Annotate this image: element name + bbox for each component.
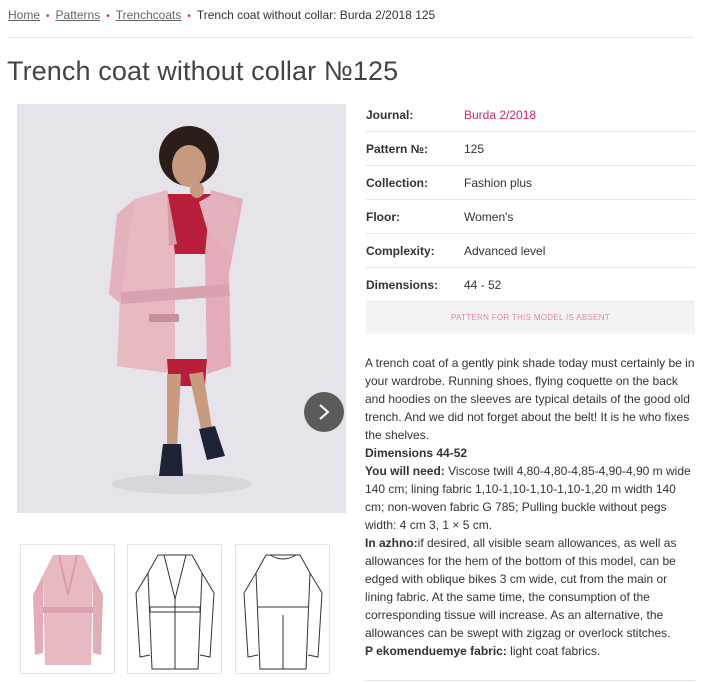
coat-photo-thumb-icon: [33, 554, 103, 665]
main-product-photo[interactable]: [17, 104, 346, 513]
detail-label: Floor:: [366, 209, 400, 224]
detail-row-journal: Journal: Burda 2/2018: [366, 98, 695, 132]
breadcrumb: Home • Patterns • Trenchcoats • Trench coat wi…: [8, 8, 435, 22]
detail-value: 44 - 52: [464, 277, 502, 292]
thumbnail-strip: [20, 544, 350, 674]
coat-back-sketch-icon: [243, 554, 323, 670]
breadcrumb-home[interactable]: Home: [8, 8, 40, 22]
breadcrumb-trenchcoats[interactable]: Trenchcoats: [116, 8, 182, 22]
in-azhno-paragraph: In azhno:if desired, all visible seam al…: [365, 534, 696, 642]
fabric-text: light coat fabrics.: [506, 644, 601, 658]
detail-row-collection: Collection: Fashion plus: [366, 166, 695, 200]
journal-link[interactable]: Burda 2/2018: [464, 108, 536, 122]
detail-row-complexity: Complexity: Advanced level: [366, 234, 695, 268]
breadcrumb-separator: •: [187, 11, 191, 22]
detail-value: 125: [464, 141, 485, 156]
detail-label: Complexity:: [366, 243, 435, 258]
detail-value: Fashion plus: [464, 175, 533, 190]
in-azhno-label: In azhno:: [365, 536, 418, 550]
breadcrumb-patterns[interactable]: Patterns: [56, 8, 101, 22]
chevron-right-icon: [319, 404, 330, 420]
thumbnail-back-sketch[interactable]: [235, 544, 330, 674]
page-title: Trench coat without collar №125: [7, 56, 399, 86]
in-azhno-text: if desired, all visible seam allowances,…: [365, 536, 677, 640]
next-image-button[interactable]: [304, 392, 344, 432]
fabric-paragraph: P ekomenduemye fabric: light coat fabric…: [365, 642, 696, 660]
breadcrumb-separator: •: [46, 11, 50, 22]
you-will-need-label: You will need:: [365, 464, 445, 478]
detail-label: Journal:: [366, 107, 414, 122]
detail-label: Collection:: [366, 175, 428, 190]
breadcrumb-current: Trench coat without collar: Burda 2/2018…: [196, 8, 436, 22]
detail-row-floor: Floor: Women's: [366, 200, 695, 234]
dimensions-heading-text: Dimensions 44-52: [365, 446, 468, 460]
detail-label: Pattern №:: [366, 141, 429, 156]
dimensions-heading: Dimensions 44-52: [365, 444, 696, 462]
fabric-label: P ekomenduemye fabric:: [365, 644, 507, 658]
description-intro: A trench coat of a gently pink shade tod…: [365, 356, 695, 442]
detail-row-dimensions: Dimensions: 44 - 52: [366, 268, 695, 302]
header-divider: [8, 37, 694, 38]
you-will-need-paragraph: You will need: Viscose twill 4,80-4,80-4…: [365, 462, 696, 534]
thumbnail-front-sketch[interactable]: [127, 544, 222, 674]
breadcrumb-separator: •: [106, 11, 110, 22]
pattern-details-table: Journal: Burda 2/2018 Pattern №: 125 Col…: [366, 98, 695, 302]
detail-value: Women's: [464, 209, 514, 224]
pattern-absent-button[interactable]: PATTERN FOR THIS MODEL IS ABSENT: [366, 302, 695, 334]
model-illustration: [17, 104, 346, 513]
thumbnail-photo[interactable]: [20, 544, 115, 674]
coat-front-sketch-icon: [135, 554, 215, 670]
footer-divider: [365, 680, 695, 681]
detail-row-pattern-number: Pattern №: 125: [366, 132, 695, 166]
detail-label: Dimensions:: [366, 277, 439, 292]
detail-value: Advanced level: [464, 243, 546, 258]
product-description: A trench coat of a gently pink shade tod…: [365, 354, 696, 660]
